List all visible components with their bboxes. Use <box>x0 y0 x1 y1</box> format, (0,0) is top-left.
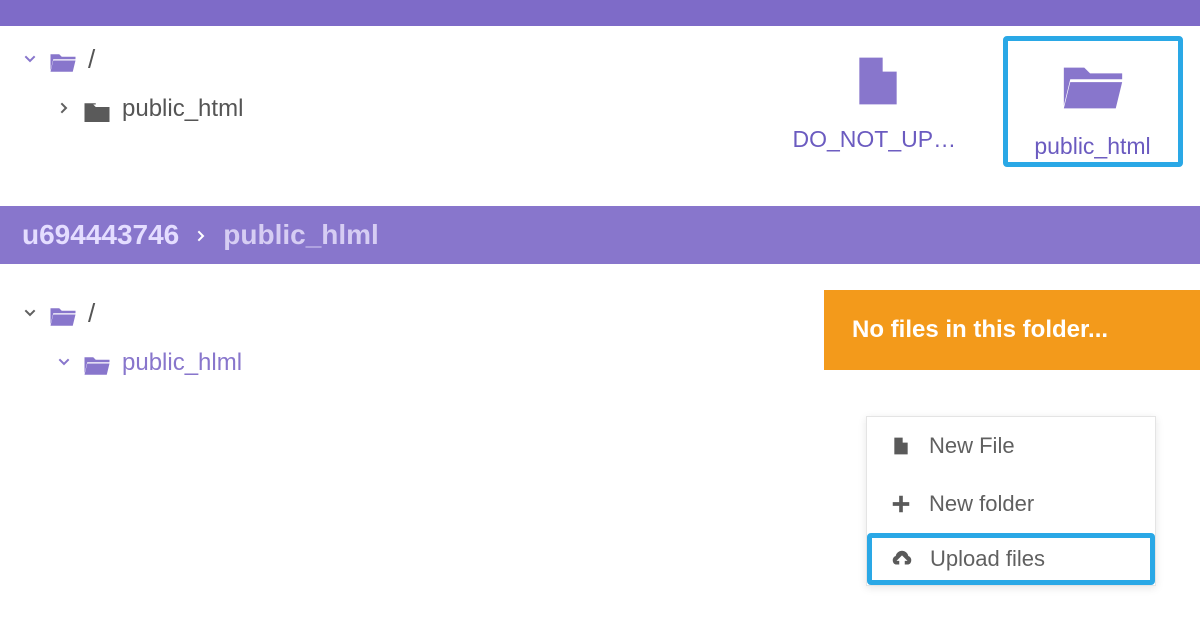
menu-item-upload-files[interactable]: Upload files <box>867 533 1155 585</box>
file-icon <box>889 434 913 458</box>
grid-file-label: DO_NOT_UPLO.. <box>793 126 963 153</box>
tree-child-label: public_hlml <box>122 349 242 377</box>
breadcrumb-current: public_hlml <box>223 219 379 251</box>
folder-open-icon <box>48 48 78 72</box>
empty-folder-text: No files in this folder... <box>852 316 1108 344</box>
grid-item-file[interactable]: DO_NOT_UPLO.. <box>788 36 968 153</box>
breadcrumb: u694443746 public_hlml <box>0 206 1200 264</box>
tree-root-row[interactable]: / <box>22 298 798 329</box>
menu-label: New folder <box>929 491 1034 517</box>
chevron-down-icon <box>22 46 38 74</box>
chevron-right-icon <box>193 219 209 251</box>
context-menu: New File New folder Upload files <box>866 416 1156 586</box>
folder-open-icon <box>48 302 78 326</box>
root-slash: / <box>88 298 95 329</box>
breadcrumb-user[interactable]: u694443746 <box>22 219 179 251</box>
folder-closed-icon <box>82 97 112 121</box>
folder-grid: DO_NOT_UPLO.. public_html <box>770 26 1200 206</box>
menu-label: New File <box>929 433 1015 459</box>
menu-item-new-file[interactable]: New File <box>867 417 1155 475</box>
folder-tree-top: / public_html <box>0 26 770 151</box>
empty-folder-banner: No files in this folder... <box>824 290 1200 370</box>
menu-label: Upload files <box>930 546 1045 572</box>
tree-child-row[interactable]: public_hlml <box>22 349 798 377</box>
chevron-right-icon <box>56 95 72 123</box>
chevron-down-icon <box>22 300 38 328</box>
folder-tree-bottom: / public_hlml <box>0 280 820 395</box>
file-icon <box>788 36 968 126</box>
tree-child-row[interactable]: public_html <box>22 95 748 123</box>
grid-item-folder-selected[interactable]: public_html <box>1003 36 1183 167</box>
menu-item-new-folder[interactable]: New folder <box>867 475 1155 533</box>
folder-open-icon <box>1014 43 1172 133</box>
grid-folder-label: public_html <box>1014 133 1172 160</box>
root-slash: / <box>88 44 95 75</box>
chevron-down-icon <box>56 349 72 377</box>
tree-root-row[interactable]: / <box>22 44 748 75</box>
header-bar-top <box>0 0 1200 26</box>
plus-icon <box>889 492 913 516</box>
tree-child-label: public_html <box>122 95 243 123</box>
folder-open-icon <box>82 351 112 375</box>
upload-icon <box>890 547 914 571</box>
